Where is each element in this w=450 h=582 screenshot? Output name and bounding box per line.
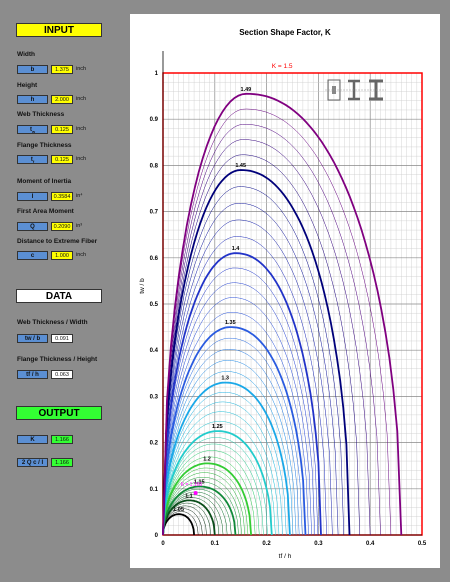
y-tick-label: 0.3 [150,394,159,400]
contour-label: 1.3 [221,376,229,382]
width-input[interactable]: 1.375 [51,65,73,74]
width-label: Width [17,51,35,58]
y-tick-label: 0.6 [150,256,159,262]
k-symbol: K [17,435,48,444]
section-icons [325,79,386,101]
contour-label: 1.05 [173,507,184,513]
boundary-label: K = 1.5 [272,63,293,70]
contour-line [162,236,327,536]
web-thickness-input[interactable]: 0.125 [51,125,73,134]
output-header: OUTPUT [16,406,102,420]
flange-height-value: 0.063 [51,370,73,379]
y-tick-label: 0.9 [150,117,159,123]
flange-thickness-unit: inch [76,156,87,162]
k2-value: 1.166 [51,458,73,467]
first-area-moment-unit: in³ [76,223,83,229]
moment-of-inertia-value: 0.3584 [51,192,73,201]
moment-of-inertia-unit: in⁴ [76,193,83,199]
chart-title: Section Shape Factor, K [239,28,331,37]
first-area-moment-value: 0.2090 [51,222,73,231]
x-tick-label: 0.3 [314,541,323,547]
first-area-moment-symbol: Q [17,222,48,231]
flange-thickness-symbol: tf [17,155,48,164]
x-tick-label: 0.4 [366,541,375,547]
contour-label: 1.1 [185,493,193,499]
y-axis-label: tw / b [139,278,146,294]
width-unit: inch [76,66,87,72]
flange-thickness-input[interactable]: 0.125 [51,155,73,164]
contour-label: 1.35 [225,320,236,326]
k2-symbol: 2 Q c / I [17,458,48,467]
y-tick-label: 0.5 [150,302,159,308]
web-thickness-symbol: tw [17,125,48,134]
moment-of-inertia-symbol: I [17,192,48,201]
contour-label: 1.2 [203,456,211,462]
height-unit: inch [76,96,87,102]
y-tick-label: 0 [155,533,159,539]
y-tick-label: 0.7 [150,210,159,216]
contour-line [162,491,228,536]
chart-panel: Section Shape Factor, K 1.05 1.1 1.15 1.2 1.… [130,14,440,568]
contour-label: 1.49 [241,87,252,93]
x-tick-label: 0.2 [262,541,271,547]
y-tick-label: 0.8 [150,163,159,169]
x-tick-label: 0.5 [418,541,427,547]
contour-label: 1.25 [212,424,223,430]
k-value: 1.166 [51,435,73,444]
y-tick-label: 0.2 [150,441,159,447]
distance-extreme-unit: inch [76,252,87,258]
height-input[interactable]: 2.000 [51,95,73,104]
x-tick-label: 0.1 [211,541,220,547]
width-symbol: b [17,65,48,74]
web-thickness-label: Web Thickness [17,111,65,118]
distance-extreme-symbol: c [17,251,48,260]
input-header: INPUT [16,23,102,37]
y-tick-label: 0.4 [150,348,159,354]
marker-label: K = 1.166 [181,482,203,488]
height-label: Height [17,82,38,89]
contour-label: 1.45 [235,163,246,169]
design-point-marker [193,490,198,495]
y-tick-label: 1 [155,71,159,77]
data-header: DATA [16,289,102,303]
x-axis-label: tf / h [279,553,292,560]
height-symbol: h [17,95,48,104]
flange-height-label: Flange Thickness / Height [17,356,98,363]
contour-line-labeled [162,326,307,536]
contour-label: 1.4 [232,246,241,252]
web-thickness-unit: inch [76,126,87,132]
first-area-moment-label: First Area Moment [17,208,74,215]
distance-extreme-label: Distance to Extreme Fiber [17,238,98,245]
flange-height-symbol: tf / h [17,370,48,379]
flange-thickness-label: Flange Thickness [17,142,72,149]
web-width-label: Web Thickness / Width [17,319,88,326]
shape-factor-chart: Section Shape Factor, K 1.051.11.151.21.… [139,28,427,560]
web-width-symbol: tw / b [17,334,48,343]
y-tick-label: 0.1 [150,487,159,493]
moment-of-inertia-label: Moment of Inertia [17,178,72,185]
distance-extreme-input[interactable]: 1.000 [51,251,73,260]
x-tick-label: 0 [161,541,165,547]
web-width-value: 0.091 [51,334,73,343]
